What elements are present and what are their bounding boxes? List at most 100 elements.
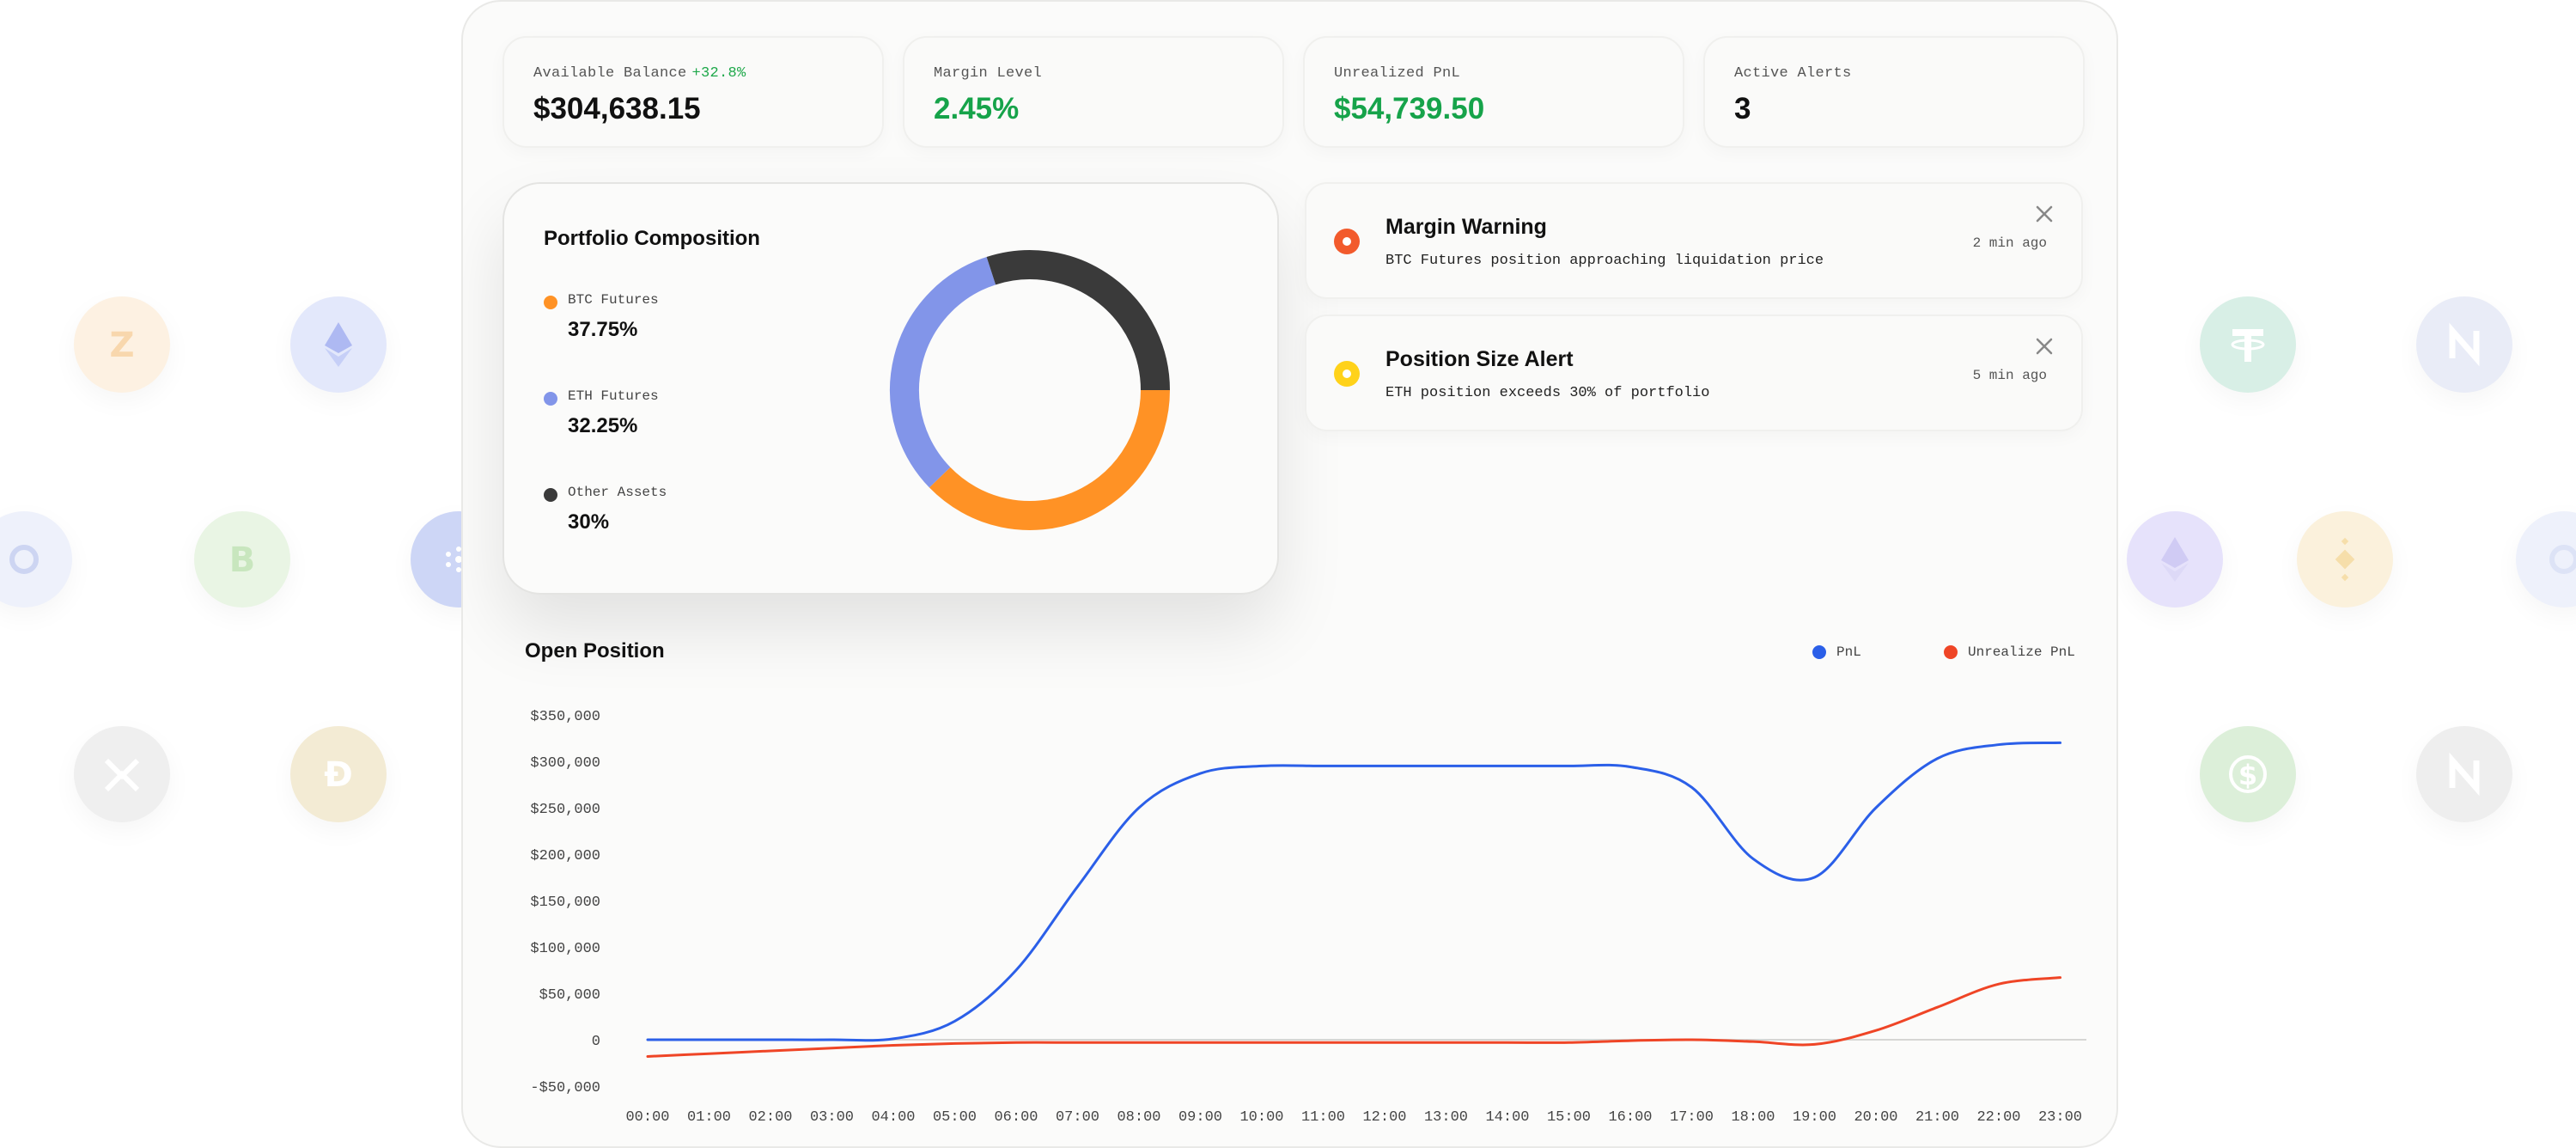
y-tick-label: $300,000 — [530, 755, 600, 772]
binance-coin-icon — [2297, 511, 2393, 608]
stat-value: 3 — [1734, 92, 1751, 125]
x-tick-label: 05:00 — [933, 1109, 977, 1126]
legend-value: 32.25% — [568, 414, 638, 437]
stat-value: $304,638.15 — [533, 92, 701, 125]
legend-dot — [544, 392, 557, 406]
x-tick-label: 01:00 — [687, 1109, 731, 1126]
stat-value: 2.45% — [934, 92, 1020, 125]
x-tick-label: 11:00 — [1301, 1109, 1345, 1126]
zcash-coin-icon: Z — [74, 296, 170, 393]
close-icon[interactable] — [2033, 203, 2055, 225]
legend-value: 30% — [568, 510, 610, 534]
partial-coin-icon — [0, 511, 72, 608]
series-line-unrealize-pnl — [646, 976, 2061, 1058]
y-tick-label: $150,000 — [530, 895, 600, 911]
alert-timestamp: 2 min ago — [1972, 235, 2047, 251]
stat-label: Margin Level — [934, 65, 1043, 82]
usd-coin-icon: $ — [2200, 726, 2296, 822]
x-tick-label: 23:00 — [2038, 1109, 2082, 1126]
x-tick-label: 06:00 — [994, 1109, 1038, 1126]
legend-dot — [544, 296, 557, 309]
x-tick-label: 18:00 — [1731, 1109, 1775, 1126]
x-tick-label: 16:00 — [1608, 1109, 1652, 1126]
x-tick-label: 19:00 — [1793, 1109, 1836, 1126]
alert-timestamp: 5 min ago — [1972, 368, 2047, 383]
warning-dot-icon — [1334, 229, 1360, 254]
portfolio-composition-card: Portfolio Composition BTC Futures 37.75%… — [502, 182, 1279, 595]
tether-coin-icon — [2200, 296, 2296, 393]
margin-level-card: Margin Level 2.45% — [903, 36, 1284, 148]
donut-slice-btc-futures — [929, 389, 1170, 530]
x-tick-label: 22:00 — [1976, 1109, 2020, 1126]
y-tick-label: -$50,000 — [530, 1080, 600, 1096]
stat-value: $54,739.50 — [1334, 92, 1485, 125]
series-line-pnl — [646, 741, 2061, 1042]
svg-text:Z: Z — [109, 326, 134, 365]
x-tick-label: 17:00 — [1670, 1109, 1714, 1126]
position-size-alert: Position Size Alert ETH position exceeds… — [1305, 314, 2083, 431]
x-tick-label: 07:00 — [1056, 1109, 1099, 1126]
available-balance-card: Available Balance +32.8% $304,638.15 — [502, 36, 884, 148]
alert-title: Margin Warning — [1385, 215, 1547, 239]
x-tick-label: 09:00 — [1178, 1109, 1222, 1126]
legend-name: BTC Futures — [568, 292, 659, 308]
portfolio-composition-title: Portfolio Composition — [544, 227, 760, 250]
alert-description: BTC Futures position approaching liquida… — [1385, 253, 1824, 269]
svg-text:Đ: Đ — [324, 755, 353, 795]
open-position-line-chart: $350,000 $300,000 $250,000 $200,000 $150,000… — [530, 709, 2086, 1126]
dogecoin-coin-icon: Đ — [290, 726, 387, 822]
near-coin-icon — [2416, 296, 2512, 393]
svg-text:B: B — [229, 540, 256, 580]
y-tick-label: $250,000 — [530, 802, 600, 818]
margin-warning-alert: Margin Warning BTC Futures position appr… — [1305, 182, 2083, 299]
trading-dashboard-panel: Available Balance +32.8% $304,638.15 Marg… — [461, 0, 2118, 1148]
unrealized-pnl-card: Unrealized PnL $54,739.50 — [1303, 36, 1684, 148]
close-icon[interactable] — [2033, 335, 2055, 357]
y-tick-label: $350,000 — [530, 709, 600, 725]
donut-slice-other-assets — [986, 250, 1170, 391]
y-tick-label: $100,000 — [530, 941, 600, 957]
xrp-coin-icon — [74, 726, 170, 822]
y-tick-label: 0 — [592, 1034, 600, 1050]
legend-name: Other Assets — [568, 485, 667, 500]
x-tick-label: 20:00 — [1854, 1109, 1897, 1126]
legend-label: PnL — [1836, 644, 1861, 660]
stat-label: Available Balance — [533, 65, 687, 82]
x-tick-label: 00:00 — [625, 1109, 669, 1126]
open-position-title: Open Position — [525, 639, 665, 663]
ethereum-coin-icon — [290, 296, 387, 393]
chart-legend-unrealized-pnl: Unrealize PnL — [1944, 644, 2075, 660]
svg-text:$: $ — [2238, 759, 2257, 791]
x-tick-label: 02:00 — [748, 1109, 792, 1126]
ethereum-coin-right-icon — [2127, 511, 2223, 608]
x-tick-label: 04:00 — [871, 1109, 915, 1126]
alert-description: ETH position exceeds 30% of portfolio — [1385, 385, 1710, 401]
legend-value: 37.75% — [568, 318, 638, 341]
x-tick-label: 14:00 — [1485, 1109, 1529, 1126]
stat-label: Unrealized PnL — [1334, 65, 1461, 82]
legend-dot — [544, 488, 557, 502]
x-tick-label: 12:00 — [1362, 1109, 1406, 1126]
alert-dot-icon — [1334, 361, 1360, 387]
bitcoin-coin-icon: B — [194, 511, 290, 608]
x-tick-label: 03:00 — [810, 1109, 854, 1126]
chart-legend-pnl: PnL — [1812, 644, 1861, 660]
x-tick-label: 15:00 — [1547, 1109, 1591, 1126]
legend-label: Unrealize PnL — [1968, 644, 2075, 660]
y-tick-label: $50,000 — [539, 987, 600, 1004]
x-tick-label: 13:00 — [1424, 1109, 1468, 1126]
x-tick-label: 10:00 — [1239, 1109, 1283, 1126]
donut-slice-eth-futures — [890, 256, 996, 488]
legend-name: ETH Futures — [568, 388, 659, 404]
stat-label: Active Alerts — [1734, 65, 1852, 82]
near-protocol-coin-icon — [2416, 726, 2512, 822]
legend-dot — [1944, 645, 1958, 659]
y-tick-label: $200,000 — [530, 848, 600, 864]
legend-dot — [1812, 645, 1826, 659]
x-tick-label: 08:00 — [1117, 1109, 1160, 1126]
active-alerts-card: Active Alerts 3 — [1703, 36, 2085, 148]
balance-change-badge: +32.8% — [691, 65, 746, 82]
portfolio-donut-chart — [890, 250, 1170, 530]
alert-title: Position Size Alert — [1385, 347, 1574, 371]
x-tick-label: 21:00 — [1915, 1109, 1959, 1126]
